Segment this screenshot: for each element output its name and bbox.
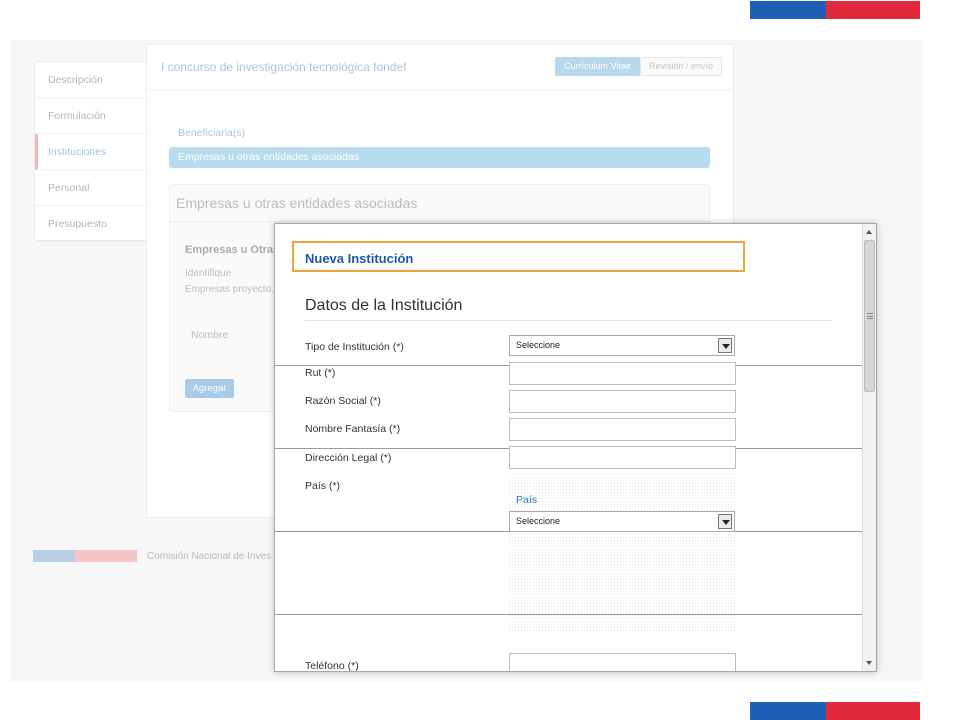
footer-stripe xyxy=(33,550,137,562)
page-title: I concurso de investigación tecnológica … xyxy=(161,60,407,74)
sidebar-item-formulacion[interactable]: Formulación xyxy=(35,98,146,134)
scroll-down-icon[interactable] xyxy=(863,656,876,670)
pais-label: País (*) xyxy=(305,480,341,492)
add-button[interactable]: Agregar xyxy=(185,379,234,398)
nombre-fantasia-input[interactable] xyxy=(509,418,736,441)
direccion-legal-label: Dirección Legal (*) xyxy=(305,452,392,464)
flag-stripe-top xyxy=(750,1,920,19)
nombre-fantasia-label: Nombre Fantasía (*) xyxy=(305,423,401,435)
telefono-input[interactable] xyxy=(509,653,736,671)
telefono-label: Teléfono (*) xyxy=(305,660,359,672)
tipo-institucion-value: Seleccione xyxy=(516,340,561,350)
section-title: Empresas u otras entidades asociadas xyxy=(176,195,418,211)
pais-value: Seleccione xyxy=(516,516,561,526)
form-heading: Datos de la Institución xyxy=(305,297,463,314)
tipo-institucion-label: Tipo de Institución (*) xyxy=(305,341,404,353)
divider xyxy=(147,89,733,90)
divider xyxy=(305,320,832,321)
subsection-title: Empresas u Otras xyxy=(185,244,280,256)
pais-link[interactable]: País xyxy=(516,494,537,506)
scroll-up-icon[interactable] xyxy=(863,225,876,239)
rut-label: Rut (*) xyxy=(305,367,336,379)
flag-stripe-bottom xyxy=(750,702,920,720)
sidebar-item-personal[interactable]: Personal xyxy=(35,170,146,206)
direccion-legal-input[interactable] xyxy=(509,446,736,469)
sidebar-item-descripcion[interactable]: Descripción xyxy=(35,62,146,98)
tipo-institucion-select[interactable]: Seleccione xyxy=(509,335,735,356)
razon-social-input[interactable] xyxy=(509,390,736,413)
chevron-down-icon[interactable] xyxy=(718,514,732,529)
grip-icon xyxy=(867,313,873,319)
column-header-nombre: Nombre xyxy=(191,329,229,341)
step-revision-button[interactable]: Revisión / envío xyxy=(640,57,723,76)
modal-title: Nueva Institución xyxy=(305,251,414,266)
sidebar-item-presupuesto[interactable]: Presupuesto xyxy=(35,206,146,242)
divider xyxy=(170,221,709,222)
sidebar-nav: Descripción Formulación Instituciones Pe… xyxy=(34,61,147,242)
screen: Descripción Formulación Instituciones Pe… xyxy=(0,0,960,720)
scroll-thumb[interactable] xyxy=(864,240,875,392)
breadcrumb[interactable]: Beneficiaria(s) xyxy=(178,127,245,139)
vertical-scrollbar[interactable] xyxy=(862,224,876,671)
pais-select[interactable]: Seleccione xyxy=(509,511,735,532)
active-section-bar[interactable]: Empresas u otras entidades asociadas xyxy=(169,147,710,168)
footer-text: Comisión Nacional de Inves xyxy=(147,551,271,562)
step-curriculum-button[interactable]: Currículum Vitae xyxy=(555,57,640,76)
subsection-description: Identifique Empresas proyecto. xyxy=(185,268,274,295)
nueva-institucion-modal: Nueva Institución Datos de la Institució… xyxy=(274,223,877,672)
pais-panel xyxy=(508,473,736,633)
sidebar-item-instituciones[interactable]: Instituciones xyxy=(35,134,146,170)
rut-input[interactable] xyxy=(509,362,736,385)
chevron-down-icon[interactable] xyxy=(718,338,732,353)
razon-social-label: Razón Social (*) xyxy=(305,395,381,407)
